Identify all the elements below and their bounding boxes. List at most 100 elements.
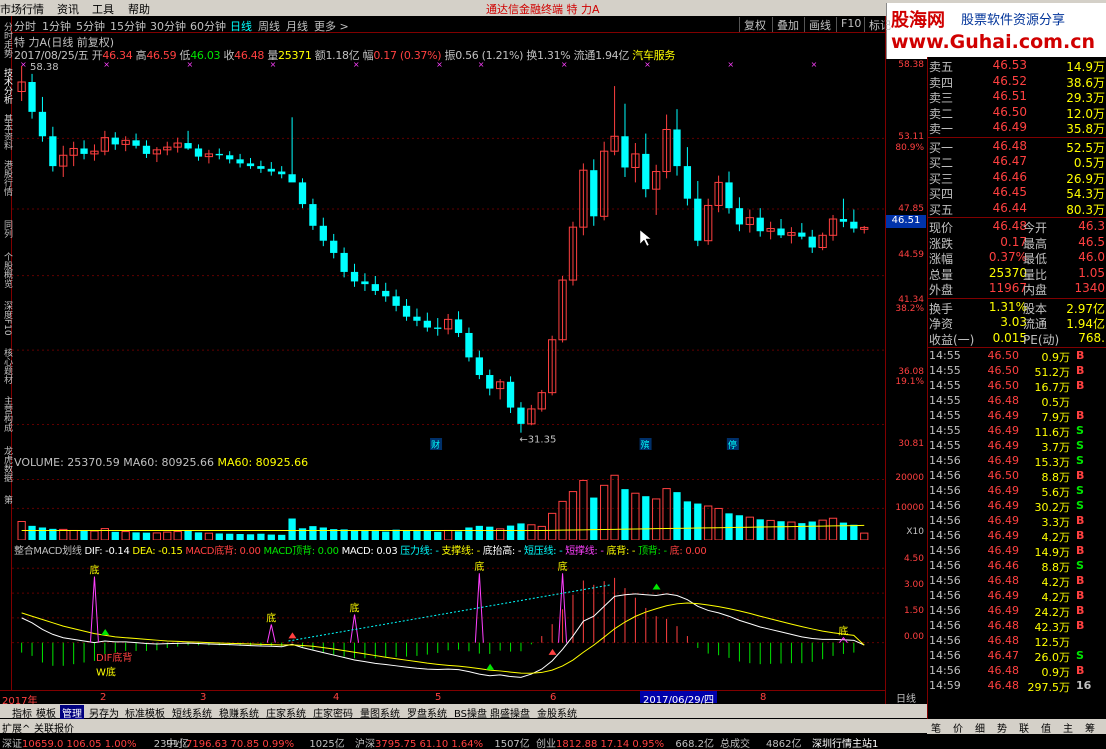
tab-volume-system[interactable]: 量图系统 <box>360 705 400 720</box>
tick-side: B <box>1076 379 1085 392</box>
left-tab-same[interactable]: 同列 <box>0 216 12 242</box>
left-tab-timeshare[interactable]: 分时走势 <box>0 20 12 60</box>
tab-daily[interactable]: 日线 <box>230 18 252 34</box>
server-status[interactable]: 深圳行情主站1 <box>812 735 878 749</box>
tab-monthly[interactable]: 月线 <box>286 18 308 34</box>
f10-button[interactable]: F10 <box>836 17 865 32</box>
volume-bar <box>642 496 650 540</box>
quote-tab[interactable]: 细 <box>975 720 985 735</box>
tab-std-template[interactable]: 标准模板 <box>125 705 165 720</box>
tab-5min[interactable]: 5分钟 <box>76 18 105 34</box>
volume-bar <box>860 532 869 540</box>
stat-value-2: 1340 <box>1074 281 1105 295</box>
related-quote-button[interactable]: 关联报价 <box>34 720 74 735</box>
tab-stable-system[interactable]: 稳赚系统 <box>219 705 259 720</box>
tab-more[interactable]: 更多 > <box>314 18 349 34</box>
candle <box>402 305 411 317</box>
tab-15min[interactable]: 15分钟 <box>110 18 146 34</box>
x-tick: 5 <box>435 692 442 703</box>
index-sme[interactable]: 中小7196.63 70.85 0.99% 1025亿 <box>166 735 345 749</box>
adjust-button[interactable]: 复权 <box>739 17 770 32</box>
volume-bar <box>28 525 36 540</box>
volume-chart[interactable] <box>12 468 885 540</box>
tab-1min[interactable]: 1分钟 <box>42 18 71 34</box>
x-tick: 2 <box>100 692 107 703</box>
quote-tab[interactable]: 价 <box>953 720 963 735</box>
tick-time: 14:56 <box>929 574 961 587</box>
tab-manage[interactable]: 管理 <box>60 705 84 720</box>
ask-label: 卖五 <box>929 60 954 74</box>
stat-label-2: 最高 <box>1023 236 1048 251</box>
expand-button[interactable]: 扩展^ <box>2 720 30 735</box>
bid-row-4[interactable]: 买四 46.45 54.3万 <box>928 185 1106 201</box>
left-tab-more[interactable]: 第 <box>0 492 12 506</box>
quote-tab[interactable]: 势 <box>997 720 1007 735</box>
tick-time: 14:56 <box>929 604 961 617</box>
index-hs[interactable]: 沪深3795.75 61.10 1.64% 1507亿 <box>355 735 530 749</box>
tab-30min[interactable]: 30分钟 <box>150 18 186 34</box>
volume-bar <box>361 530 369 540</box>
quote-tab[interactable]: 值 <box>1041 720 1051 735</box>
macd-tick: 1.50 <box>903 606 924 616</box>
candlestick-chart[interactable]: × × × × × × × × × × ×58.38←31.35财殡停 <box>12 60 885 452</box>
ask-row-5[interactable]: 卖五 46.53 14.9万 <box>928 58 1106 74</box>
overlay-button[interactable]: 叠加 <box>772 17 803 32</box>
left-tab-basic[interactable]: 基本资料 <box>0 112 12 152</box>
tick-row: 14:56 46.46 8.8万 S <box>928 559 1106 574</box>
ask-row-1[interactable]: 卖一 46.49 35.8万 <box>928 120 1106 136</box>
tick-row: 14:56 46.48 42.3万 B <box>928 619 1106 634</box>
quote-tab[interactable]: 主 <box>1063 720 1073 735</box>
bid-row-5[interactable]: 买五 46.44 80.3万 <box>928 201 1106 217</box>
tab-timeshare[interactable]: 分时 <box>14 18 36 34</box>
quote-tab[interactable]: 笔 <box>931 720 941 735</box>
bid-row-3[interactable]: 买三 46.46 26.9万 <box>928 170 1106 186</box>
tab-weekly[interactable]: 周线 <box>258 18 280 34</box>
left-tab-overview[interactable]: 个股概览 <box>0 250 12 290</box>
menu-tools[interactable]: 工具 <box>92 1 114 17</box>
tick-row: 14:56 46.47 26.0万 S <box>928 649 1106 664</box>
volume-bar <box>704 505 713 540</box>
volume-bar <box>132 532 140 540</box>
left-tab-main-biz[interactable]: 主营构成 <box>0 394 12 434</box>
left-tab-core[interactable]: 核心题材 <box>0 346 12 386</box>
tab-template[interactable]: 模板 <box>36 705 56 720</box>
volume-bar <box>371 531 379 540</box>
ask-row-2[interactable]: 卖二 46.50 12.0万 <box>928 105 1106 121</box>
index-shenzhen[interactable]: 深证10659.0 106.05 1.00% 2391亿 <box>2 735 189 749</box>
left-tab-tech[interactable]: 技术分析 <box>0 66 12 106</box>
left-tab-hk[interactable]: 港股行情 <box>0 158 12 198</box>
bid-label: 买三 <box>929 171 954 186</box>
tab-save-as[interactable]: 另存为 <box>89 705 119 720</box>
tab-dealer-code[interactable]: 庄家密码 <box>313 705 353 720</box>
volume-bar <box>80 530 88 540</box>
bid-row-2[interactable]: 买二 46.47 0.5万 <box>928 154 1106 170</box>
volume-bar <box>392 529 400 540</box>
tab-compass-system[interactable]: 罗盘系统 <box>407 705 447 720</box>
index-gem[interactable]: 创业1812.88 17.14 0.95% 668.2亿 <box>536 735 714 749</box>
tab-dealer-system[interactable]: 庄家系统 <box>266 705 306 720</box>
draw-button[interactable]: 画线 <box>804 17 835 32</box>
candle <box>49 136 57 167</box>
menu-news[interactable]: 资讯 <box>57 1 79 17</box>
bid-row-1[interactable]: 买一 46.48 52.5万 <box>928 139 1106 155</box>
tick-row: 14:56 46.48 0.9万 B <box>928 664 1106 679</box>
menu-help[interactable]: 帮助 <box>128 1 150 17</box>
tab-60min[interactable]: 60分钟 <box>190 18 226 34</box>
menu-market[interactable]: 市场行情 <box>0 1 44 17</box>
ask-row-4[interactable]: 卖四 46.52 38.6万 <box>928 74 1106 90</box>
tab-indicator[interactable]: 指标 <box>12 705 32 720</box>
left-tab-dragon[interactable]: 龙虎数据 <box>0 444 12 484</box>
tab-bs-trade[interactable]: BS操盘 <box>454 705 487 720</box>
quote-tab[interactable]: 筹 <box>1085 720 1095 735</box>
tick-price: 46.49 <box>987 454 1020 467</box>
volume-bar <box>444 529 453 540</box>
tab-short-system[interactable]: 短线系统 <box>172 705 212 720</box>
tab-dingsheng[interactable]: 鼎盛操盘 <box>490 705 530 720</box>
volume-bar <box>610 474 619 540</box>
tab-golden-stock[interactable]: 金股系统 <box>537 705 577 720</box>
left-tab-f10[interactable]: 深度F10 <box>0 298 12 338</box>
quote-tab[interactable]: 联 <box>1019 720 1029 735</box>
bid-volume: 54.3万 <box>1066 187 1105 201</box>
ask-row-3[interactable]: 卖三 46.51 29.3万 <box>928 89 1106 105</box>
macd-chart[interactable]: 底底底底 底底DIF底背W底 <box>12 554 885 690</box>
